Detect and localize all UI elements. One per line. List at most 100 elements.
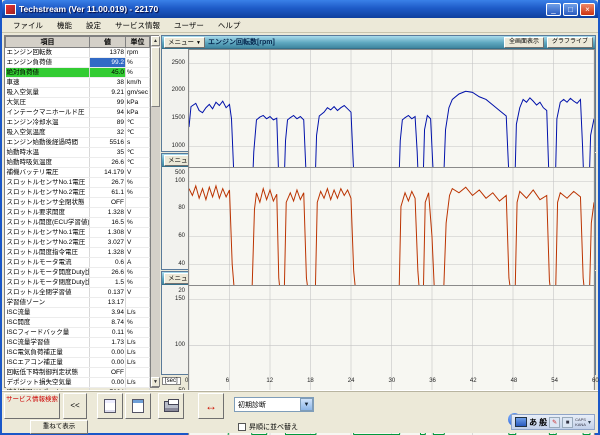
minimize-button[interactable]: _ xyxy=(546,3,561,16)
menu-item-1[interactable]: 機能 xyxy=(50,19,79,32)
x-tick-label: 36 xyxy=(429,378,436,384)
graph-live-button[interactable]: グラフライブ xyxy=(547,37,593,48)
table-row[interactable]: インテークマニホールド圧94kPa xyxy=(6,108,150,118)
table-row[interactable]: エンジン回転数1378rpm xyxy=(6,48,150,58)
y-tick-label: 60 xyxy=(178,233,185,239)
chart-panel-engine-load: メニュー▼ エンジン負荷値[%] 全画面表示 グラフライブ 2040608010… xyxy=(161,153,596,270)
pid-table-body: エンジン回転数1378rpm エンジン負荷値99.2% 絶対負荷値45.0% 車… xyxy=(6,48,150,408)
table-row[interactable]: 吸入空気量9.21gm/sec xyxy=(6,88,150,98)
table-row[interactable]: ISCエアコン補正量0.00L/s xyxy=(6,358,150,368)
table-row[interactable]: エンジン負荷値99.2% xyxy=(6,58,150,68)
table-row[interactable]: 吸入空気温度32℃ xyxy=(6,128,150,138)
y-tick-label: 1000 xyxy=(172,143,185,149)
x-axis-unit-label: [sec] xyxy=(162,377,181,385)
close-button[interactable]: × xyxy=(580,3,595,16)
ime-mode-indicator[interactable]: 般 xyxy=(539,417,547,428)
table-row[interactable]: スロットルモータ電流0.6A xyxy=(6,258,150,268)
title-bar[interactable]: Techstream (Ver 11.00.019) - 22170 _ □ × xyxy=(2,0,598,18)
table-row[interactable]: エンジン冷却水温89℃ xyxy=(6,118,150,128)
table-row[interactable]: ISC電気負荷補正量0.00L/s xyxy=(6,348,150,358)
table-row[interactable]: スロットルセンサNo.2電圧3.027V xyxy=(6,238,150,248)
chart-panel-rpm: メニュー▼ エンジン回転数[rpm] 全画面表示 グラフライブ 50010001… xyxy=(161,35,596,152)
x-tick-label: 48 xyxy=(511,378,518,384)
table-row[interactable]: 補機バッテリ電圧14.179V xyxy=(6,168,150,178)
data-list-panel: 項目 値 単位 エンジン回転数1378rpm エンジン負荷値99.2% 絶対負荷… xyxy=(4,35,159,388)
table-row[interactable]: ISC流量学習値1.73L/s xyxy=(6,338,150,348)
report-button[interactable] xyxy=(97,393,123,419)
compare-button[interactable]: ↔ xyxy=(198,393,224,419)
ime-options-icon[interactable]: ▾ xyxy=(588,419,591,426)
collapse-button[interactable]: << xyxy=(63,393,87,419)
table-row[interactable]: スロットル開度(ECU学習値)16.5% xyxy=(6,218,150,228)
x-tick-label: 18 xyxy=(307,378,314,384)
table-row[interactable]: ISCフィードバック量0.11% xyxy=(6,328,150,338)
app-icon xyxy=(5,4,16,15)
col-header-value[interactable]: 値 xyxy=(90,37,126,48)
fullscreen-button[interactable]: 全画面表示 xyxy=(504,37,544,48)
x-tick-label: 60 xyxy=(592,378,599,384)
scroll-track[interactable] xyxy=(151,46,160,377)
menu-item-3[interactable]: サービス情報 xyxy=(108,19,167,32)
chevron-down-icon: ▼ xyxy=(196,40,201,46)
chart-menu-button[interactable]: メニュー▼ xyxy=(164,37,205,48)
menu-item-4[interactable]: ユーザー xyxy=(167,19,211,32)
table-row[interactable]: 大気圧99kPa xyxy=(6,98,150,108)
table-row[interactable]: スロットル全閉学習値0.137V xyxy=(6,288,150,298)
printer-icon xyxy=(164,401,179,412)
table-row[interactable]: エンジン始動後経過時間5516s xyxy=(6,138,150,148)
maximize-button[interactable]: □ xyxy=(563,3,578,16)
table-scrollbar[interactable]: ▲ ▼ xyxy=(150,36,160,387)
overlay-display-button[interactable]: 重ねて表示 xyxy=(30,420,88,434)
x-tick-label: 0 xyxy=(185,378,188,384)
table-row[interactable]: 始動時水温35℃ xyxy=(6,148,150,158)
table-row[interactable]: スロットルモータ閉度Duty比1.5% xyxy=(6,278,150,288)
col-header-item[interactable]: 項目 xyxy=(6,37,90,48)
ime-toolbar: あ 般 ✎ ■ CAPS KANA ▾ xyxy=(511,414,595,430)
table-row[interactable]: スロットルモータ開度Duty比26.6% xyxy=(6,268,150,278)
y-tick-label: 2000 xyxy=(172,87,185,93)
charts-area: メニュー▼ エンジン回転数[rpm] 全画面表示 グラフライブ 50010001… xyxy=(161,35,596,388)
table-row[interactable]: スロットルセンサNo.2電圧61.1% xyxy=(6,188,150,198)
scroll-thumb[interactable] xyxy=(151,47,160,107)
menu-item-5[interactable]: ヘルプ xyxy=(211,19,248,32)
x-tick-label: 12 xyxy=(266,378,273,384)
form-button[interactable] xyxy=(125,393,151,419)
sort-ascending-checkbox[interactable] xyxy=(238,423,246,431)
table-row[interactable]: スロットル開度指令電圧1.328V xyxy=(6,248,150,258)
table-row[interactable]: ISC流量3.94L/s xyxy=(6,308,150,318)
table-row[interactable]: 回転低下時制御判定状態OFF xyxy=(6,368,150,378)
scroll-up-icon[interactable]: ▲ xyxy=(151,36,160,46)
menu-item-0[interactable]: ファイル xyxy=(6,19,50,32)
service-info-search-button[interactable]: サービス情報検索 xyxy=(4,393,60,419)
x-tick-label: 6 xyxy=(226,378,229,384)
table-row[interactable]: デポジット損失空気量0.00L/s xyxy=(6,378,150,388)
table-row[interactable]: スロットルセンサNo.1電圧26.7% xyxy=(6,178,150,188)
chevron-down-icon[interactable]: ▼ xyxy=(300,398,313,411)
ime-tools-icon[interactable]: ■ xyxy=(562,417,573,428)
table-row[interactable]: ISC開度8.74% xyxy=(6,318,150,328)
rpm-chart-header: メニュー▼ エンジン回転数[rpm] 全画面表示 グラフライブ xyxy=(162,36,595,49)
table-row[interactable]: 始動時吸気温度26.6℃ xyxy=(6,158,150,168)
techstream-window: Techstream (Ver 11.00.019) - 22170 _ □ ×… xyxy=(0,0,600,435)
table-row[interactable]: スロットル要求開度1.328V xyxy=(6,208,150,218)
col-header-unit[interactable]: 単位 xyxy=(126,37,150,48)
table-row[interactable]: 車速38km/h xyxy=(6,78,150,88)
print-button[interactable] xyxy=(158,393,184,419)
table-row[interactable]: 絶対負荷値45.0% xyxy=(6,68,150,78)
keyboard-icon[interactable] xyxy=(515,417,527,427)
table-row[interactable]: スロットルセンサ全閉状態OFF xyxy=(6,198,150,208)
main-area: 項目 値 単位 エンジン回転数1378rpm エンジン負荷値99.2% 絶対負荷… xyxy=(2,33,598,390)
mode-dropdown-value: 初期診断 xyxy=(235,400,300,410)
window-title: Techstream (Ver 11.00.019) - 22170 xyxy=(19,4,546,14)
pid-table: 項目 値 単位 エンジン回転数1378rpm エンジン負荷値99.2% 絶対負荷… xyxy=(5,36,150,408)
kana-indicator: KANA xyxy=(575,422,586,427)
ime-lang-indicator[interactable]: あ xyxy=(529,417,537,428)
table-row[interactable]: スロットルセンサNo.1電圧1.308V xyxy=(6,228,150,238)
table-row[interactable]: 学習値ゾーン13.17 xyxy=(6,298,150,308)
scroll-down-icon[interactable]: ▼ xyxy=(151,377,160,387)
mode-dropdown[interactable]: 初期診断 ▼ xyxy=(234,397,314,412)
y-tick-label: 2500 xyxy=(172,60,185,66)
menu-item-2[interactable]: 設定 xyxy=(79,19,108,32)
y-tick-label: 100 xyxy=(175,178,185,184)
ime-pen-icon[interactable]: ✎ xyxy=(549,417,560,428)
